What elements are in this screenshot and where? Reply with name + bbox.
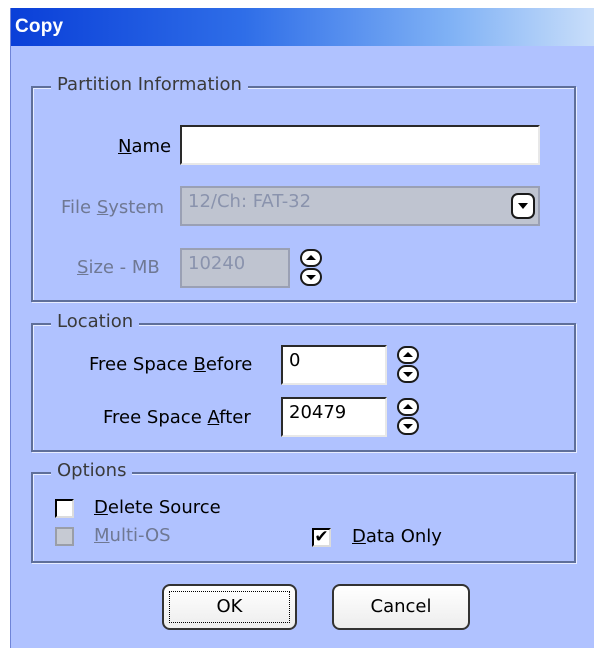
- spin-down-icon[interactable]: [397, 365, 419, 383]
- data-only-checkbox[interactable]: ✔: [312, 528, 331, 547]
- cancel-button-label: Cancel: [370, 596, 432, 617]
- multi-os-checkbox[interactable]: [55, 527, 74, 546]
- delete-source-checkbox[interactable]: [55, 499, 74, 518]
- data-only-label[interactable]: Data Only: [352, 526, 442, 547]
- delete-source-label[interactable]: Delete Source: [94, 497, 221, 518]
- spin-down-icon[interactable]: [397, 417, 419, 435]
- file-system-select[interactable]: 12/Ch: FAT-32: [180, 186, 540, 226]
- ok-button-label: OK: [216, 596, 243, 617]
- spin-up-icon[interactable]: [397, 398, 419, 416]
- free-space-before-spinner[interactable]: [397, 345, 419, 385]
- name-input[interactable]: [180, 125, 540, 165]
- free-space-before-label: Free Space Before: [89, 354, 253, 375]
- dialog-title: Copy: [15, 16, 64, 37]
- copy-dialog: Copy Partition Information Name File Sys…: [10, 8, 594, 648]
- cancel-button[interactable]: Cancel: [332, 584, 470, 630]
- location-legend: Location: [51, 311, 140, 332]
- partition-information-legend: Partition Information: [51, 74, 248, 95]
- free-space-after-spinner[interactable]: [397, 397, 419, 437]
- title-bar[interactable]: Copy: [11, 8, 594, 46]
- spin-up-icon[interactable]: [397, 346, 419, 364]
- size-label: Size - MB: [77, 257, 160, 278]
- free-space-after-input[interactable]: 20479: [281, 397, 387, 437]
- size-input[interactable]: 10240: [180, 248, 290, 288]
- name-label: Name: [118, 136, 172, 157]
- options-legend: Options: [51, 460, 133, 481]
- free-space-before-input[interactable]: 0: [281, 345, 387, 385]
- spin-down-icon[interactable]: [300, 268, 322, 286]
- file-system-label: File System: [61, 197, 164, 218]
- chevron-down-icon[interactable]: [511, 193, 535, 219]
- multi-os-label[interactable]: Multi-OS: [94, 525, 171, 546]
- ok-button[interactable]: OK: [162, 584, 297, 630]
- size-spinner[interactable]: [300, 248, 322, 288]
- spin-up-icon[interactable]: [300, 249, 322, 267]
- free-space-after-label: Free Space After: [103, 407, 251, 428]
